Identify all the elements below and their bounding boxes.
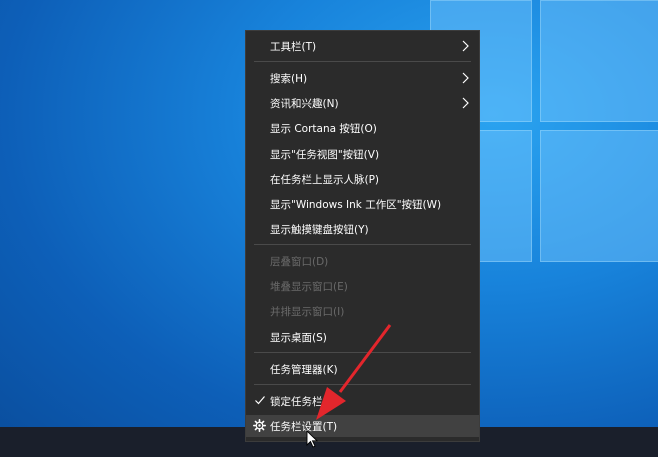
menu-item-label: 搜索(H)	[270, 72, 308, 85]
menu-item-label: 并排显示窗口(I)	[270, 305, 345, 318]
menu-item-show-windows-ink[interactable]: 显示"Windows Ink 工作区"按钮(W)	[246, 193, 479, 215]
menu-separator	[254, 244, 471, 245]
mouse-pointer-icon	[306, 430, 318, 448]
menu-item-task-manager[interactable]: 任务管理器(K)	[246, 358, 479, 380]
menu-item-label: 显示触摸键盘按钮(Y)	[270, 223, 369, 236]
menu-item-label: 显示"Windows Ink 工作区"按钮(W)	[270, 198, 442, 211]
menu-item-show-windows-side-by-side: 并排显示窗口(I)	[246, 300, 479, 322]
chevron-right-icon	[462, 40, 469, 52]
menu-item-label: 工具栏(T)	[270, 40, 317, 53]
checkmark-icon	[255, 396, 265, 405]
taskbar-context-menu: 工具栏(T) 搜索(H) 资讯和兴趣(N) 显示 Cortana 按钮(O) 显…	[245, 30, 480, 442]
menu-item-taskbar-settings[interactable]: 任务栏设置(T)	[246, 415, 479, 437]
menu-separator	[254, 384, 471, 385]
menu-item-show-windows-stacked: 堆叠显示窗口(E)	[246, 275, 479, 297]
menu-separator	[254, 352, 471, 353]
menu-item-label: 任务栏设置(T)	[270, 420, 338, 433]
gear-icon	[253, 419, 266, 432]
menu-item-label: 任务管理器(K)	[270, 363, 338, 376]
menu-item-search[interactable]: 搜索(H)	[246, 67, 479, 89]
menu-item-label: 显示桌面(S)	[270, 331, 327, 344]
menu-item-show-people[interactable]: 在任务栏上显示人脉(P)	[246, 168, 479, 190]
menu-item-label: 资讯和兴趣(N)	[270, 97, 339, 110]
menu-item-label: 层叠窗口(D)	[270, 255, 329, 268]
menu-item-show-cortana[interactable]: 显示 Cortana 按钮(O)	[246, 117, 479, 139]
chevron-right-icon	[462, 97, 469, 109]
menu-item-label: 锁定任务栏(L)	[270, 395, 337, 408]
menu-item-label: 堆叠显示窗口(E)	[270, 280, 348, 293]
menu-separator	[254, 61, 471, 62]
chevron-right-icon	[462, 72, 469, 84]
menu-item-label: 在任务栏上显示人脉(P)	[270, 173, 380, 186]
menu-item-label: 显示"任务视图"按钮(V)	[270, 148, 380, 161]
menu-item-show-desktop[interactable]: 显示桌面(S)	[246, 326, 479, 348]
menu-item-news-interests[interactable]: 资讯和兴趣(N)	[246, 92, 479, 114]
menu-item-show-task-view[interactable]: 显示"任务视图"按钮(V)	[246, 143, 479, 165]
menu-item-toolbars[interactable]: 工具栏(T)	[246, 35, 479, 57]
menu-item-label: 显示 Cortana 按钮(O)	[270, 122, 377, 135]
menu-item-cascade-windows: 层叠窗口(D)	[246, 250, 479, 272]
menu-item-lock-taskbar[interactable]: 锁定任务栏(L)	[246, 390, 479, 412]
menu-item-show-touch-keyboard[interactable]: 显示触摸键盘按钮(Y)	[246, 218, 479, 240]
